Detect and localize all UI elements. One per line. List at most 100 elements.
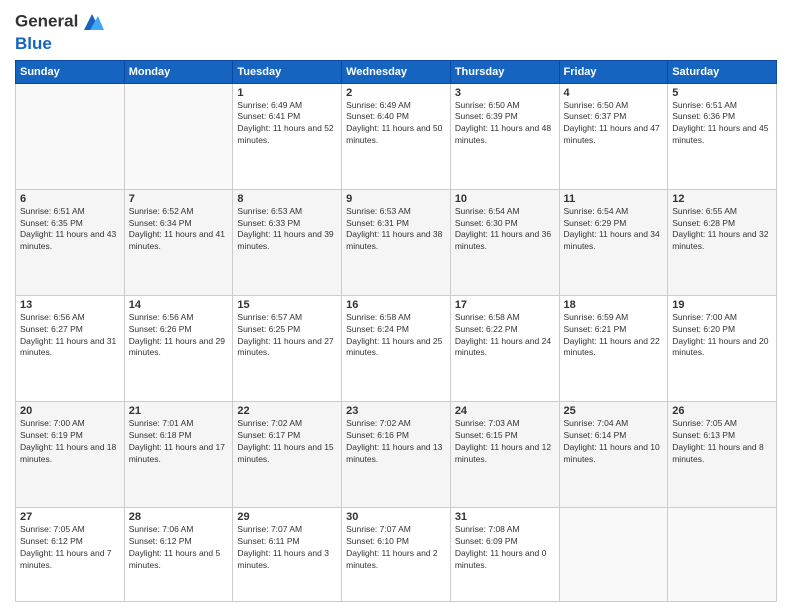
calendar-cell (668, 507, 777, 601)
day-number: 9 (346, 193, 446, 205)
weekday-header-row: SundayMondayTuesdayWednesdayThursdayFrid… (16, 60, 777, 83)
day-info: Sunrise: 7:00 AM Sunset: 6:19 PM Dayligh… (20, 418, 120, 466)
day-number: 13 (20, 299, 120, 311)
header: General Blue (15, 10, 777, 54)
calendar-cell: 1Sunrise: 6:49 AM Sunset: 6:41 PM Daylig… (233, 83, 342, 189)
calendar-cell: 2Sunrise: 6:49 AM Sunset: 6:40 PM Daylig… (342, 83, 451, 189)
calendar-cell: 5Sunrise: 6:51 AM Sunset: 6:36 PM Daylig… (668, 83, 777, 189)
day-info: Sunrise: 6:58 AM Sunset: 6:24 PM Dayligh… (346, 312, 446, 360)
day-number: 1 (237, 87, 337, 99)
day-number: 30 (346, 511, 446, 523)
day-number: 14 (129, 299, 229, 311)
day-info: Sunrise: 7:07 AM Sunset: 6:11 PM Dayligh… (237, 524, 337, 572)
day-info: Sunrise: 6:53 AM Sunset: 6:31 PM Dayligh… (346, 206, 446, 254)
day-number: 7 (129, 193, 229, 205)
calendar-cell: 13Sunrise: 6:56 AM Sunset: 6:27 PM Dayli… (16, 295, 125, 401)
calendar-cell: 11Sunrise: 6:54 AM Sunset: 6:29 PM Dayli… (559, 189, 668, 295)
calendar-cell: 20Sunrise: 7:00 AM Sunset: 6:19 PM Dayli… (16, 401, 125, 507)
day-info: Sunrise: 7:03 AM Sunset: 6:15 PM Dayligh… (455, 418, 555, 466)
day-number: 8 (237, 193, 337, 205)
day-info: Sunrise: 7:05 AM Sunset: 6:13 PM Dayligh… (672, 418, 772, 466)
calendar-cell: 17Sunrise: 6:58 AM Sunset: 6:22 PM Dayli… (450, 295, 559, 401)
calendar-cell: 15Sunrise: 6:57 AM Sunset: 6:25 PM Dayli… (233, 295, 342, 401)
day-number: 22 (237, 405, 337, 417)
logo-blue: Blue (15, 34, 104, 54)
weekday-header-friday: Friday (559, 60, 668, 83)
calendar-cell: 14Sunrise: 6:56 AM Sunset: 6:26 PM Dayli… (124, 295, 233, 401)
day-number: 31 (455, 511, 555, 523)
calendar-cell: 16Sunrise: 6:58 AM Sunset: 6:24 PM Dayli… (342, 295, 451, 401)
weekday-header-wednesday: Wednesday (342, 60, 451, 83)
logo: General Blue (15, 10, 104, 54)
calendar-cell: 24Sunrise: 7:03 AM Sunset: 6:15 PM Dayli… (450, 401, 559, 507)
day-number: 4 (564, 87, 664, 99)
day-info: Sunrise: 6:49 AM Sunset: 6:40 PM Dayligh… (346, 100, 446, 148)
day-number: 15 (237, 299, 337, 311)
page: General Blue SundayMondayTuesdayWednesda… (0, 0, 792, 612)
day-number: 17 (455, 299, 555, 311)
calendar-cell: 26Sunrise: 7:05 AM Sunset: 6:13 PM Dayli… (668, 401, 777, 507)
day-info: Sunrise: 7:04 AM Sunset: 6:14 PM Dayligh… (564, 418, 664, 466)
day-number: 25 (564, 405, 664, 417)
weekday-header-monday: Monday (124, 60, 233, 83)
day-info: Sunrise: 7:00 AM Sunset: 6:20 PM Dayligh… (672, 312, 772, 360)
calendar-cell: 23Sunrise: 7:02 AM Sunset: 6:16 PM Dayli… (342, 401, 451, 507)
calendar-cell: 27Sunrise: 7:05 AM Sunset: 6:12 PM Dayli… (16, 507, 125, 601)
day-number: 26 (672, 405, 772, 417)
day-info: Sunrise: 7:08 AM Sunset: 6:09 PM Dayligh… (455, 524, 555, 572)
calendar-cell: 28Sunrise: 7:06 AM Sunset: 6:12 PM Dayli… (124, 507, 233, 601)
weekday-header-thursday: Thursday (450, 60, 559, 83)
day-number: 20 (20, 405, 120, 417)
day-number: 18 (564, 299, 664, 311)
day-number: 6 (20, 193, 120, 205)
day-number: 2 (346, 87, 446, 99)
day-info: Sunrise: 6:59 AM Sunset: 6:21 PM Dayligh… (564, 312, 664, 360)
day-number: 24 (455, 405, 555, 417)
day-number: 29 (237, 511, 337, 523)
day-number: 19 (672, 299, 772, 311)
calendar-cell: 9Sunrise: 6:53 AM Sunset: 6:31 PM Daylig… (342, 189, 451, 295)
day-number: 5 (672, 87, 772, 99)
calendar-cell: 12Sunrise: 6:55 AM Sunset: 6:28 PM Dayli… (668, 189, 777, 295)
day-info: Sunrise: 7:02 AM Sunset: 6:16 PM Dayligh… (346, 418, 446, 466)
day-number: 3 (455, 87, 555, 99)
weekday-header-sunday: Sunday (16, 60, 125, 83)
day-info: Sunrise: 6:58 AM Sunset: 6:22 PM Dayligh… (455, 312, 555, 360)
calendar-cell: 8Sunrise: 6:53 AM Sunset: 6:33 PM Daylig… (233, 189, 342, 295)
calendar-cell: 30Sunrise: 7:07 AM Sunset: 6:10 PM Dayli… (342, 507, 451, 601)
calendar-cell: 3Sunrise: 6:50 AM Sunset: 6:39 PM Daylig… (450, 83, 559, 189)
day-info: Sunrise: 6:49 AM Sunset: 6:41 PM Dayligh… (237, 100, 337, 148)
calendar-cell: 25Sunrise: 7:04 AM Sunset: 6:14 PM Dayli… (559, 401, 668, 507)
day-info: Sunrise: 6:57 AM Sunset: 6:25 PM Dayligh… (237, 312, 337, 360)
calendar-cell (559, 507, 668, 601)
calendar-cell (16, 83, 125, 189)
calendar-cell: 10Sunrise: 6:54 AM Sunset: 6:30 PM Dayli… (450, 189, 559, 295)
day-number: 12 (672, 193, 772, 205)
day-number: 28 (129, 511, 229, 523)
day-number: 10 (455, 193, 555, 205)
day-info: Sunrise: 7:07 AM Sunset: 6:10 PM Dayligh… (346, 524, 446, 572)
day-number: 27 (20, 511, 120, 523)
day-info: Sunrise: 7:02 AM Sunset: 6:17 PM Dayligh… (237, 418, 337, 466)
logo-icon (80, 10, 104, 34)
day-info: Sunrise: 6:50 AM Sunset: 6:39 PM Dayligh… (455, 100, 555, 148)
calendar: SundayMondayTuesdayWednesdayThursdayFrid… (15, 60, 777, 602)
day-info: Sunrise: 7:01 AM Sunset: 6:18 PM Dayligh… (129, 418, 229, 466)
day-info: Sunrise: 6:55 AM Sunset: 6:28 PM Dayligh… (672, 206, 772, 254)
calendar-cell: 6Sunrise: 6:51 AM Sunset: 6:35 PM Daylig… (16, 189, 125, 295)
calendar-cell: 21Sunrise: 7:01 AM Sunset: 6:18 PM Dayli… (124, 401, 233, 507)
weekday-header-saturday: Saturday (668, 60, 777, 83)
calendar-cell: 4Sunrise: 6:50 AM Sunset: 6:37 PM Daylig… (559, 83, 668, 189)
day-info: Sunrise: 6:52 AM Sunset: 6:34 PM Dayligh… (129, 206, 229, 254)
day-number: 23 (346, 405, 446, 417)
day-number: 16 (346, 299, 446, 311)
day-info: Sunrise: 6:56 AM Sunset: 6:27 PM Dayligh… (20, 312, 120, 360)
day-info: Sunrise: 6:53 AM Sunset: 6:33 PM Dayligh… (237, 206, 337, 254)
calendar-cell: 19Sunrise: 7:00 AM Sunset: 6:20 PM Dayli… (668, 295, 777, 401)
day-info: Sunrise: 6:51 AM Sunset: 6:36 PM Dayligh… (672, 100, 772, 148)
day-info: Sunrise: 7:06 AM Sunset: 6:12 PM Dayligh… (129, 524, 229, 572)
day-number: 11 (564, 193, 664, 205)
logo-text: General (15, 10, 104, 34)
calendar-cell: 31Sunrise: 7:08 AM Sunset: 6:09 PM Dayli… (450, 507, 559, 601)
calendar-cell: 29Sunrise: 7:07 AM Sunset: 6:11 PM Dayli… (233, 507, 342, 601)
